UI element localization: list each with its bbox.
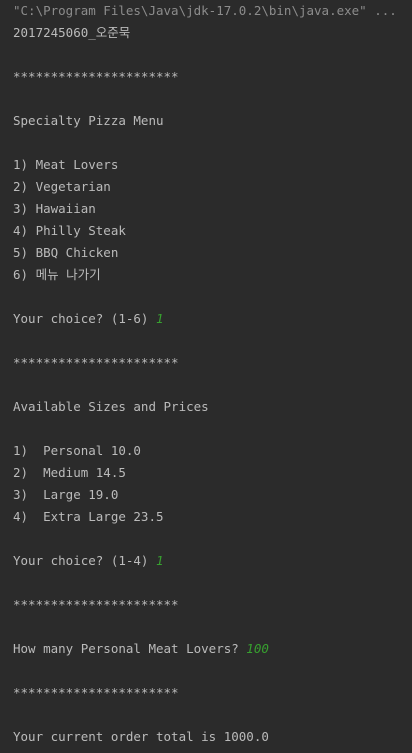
size-item: 1) Personal 10.0 <box>13 443 141 458</box>
menu-item: 1) Meat Lovers <box>13 157 119 172</box>
separator-line: ********************** <box>13 355 179 370</box>
console-output[interactable]: "C:\Program Files\Java\jdk-17.0.2\bin\ja… <box>0 0 412 753</box>
size-input: 1 <box>156 553 164 568</box>
quantity-prompt: How many Personal Meat Lovers? <box>13 641 247 656</box>
separator-line: ********************** <box>13 685 179 700</box>
menu-item: 3) Hawaiian <box>13 201 96 216</box>
quantity-prompt-line: How many Personal Meat Lovers? 100 <box>13 641 269 657</box>
size-prompt: Your choice? (1-4) <box>13 553 156 568</box>
sizes-title: Available Sizes and Prices <box>13 399 209 414</box>
menu-prompt-line: Your choice? (1-6) 1 <box>13 311 164 327</box>
size-item: 2) Medium 14.5 <box>13 465 126 480</box>
separator-line: ********************** <box>13 597 179 612</box>
size-item: 4) Extra Large 23.5 <box>13 509 164 524</box>
menu-item: 2) Vegetarian <box>13 179 111 194</box>
order-total-line: Your current order total is 1000.0 <box>13 729 269 744</box>
menu-item: 4) Philly Steak <box>13 223 126 238</box>
separator-line: ********************** <box>13 69 179 84</box>
menu-item: 6) 메뉴 나가기 <box>13 267 101 282</box>
size-item: 3) Large 19.0 <box>13 487 119 502</box>
menu-prompt: Your choice? (1-6) <box>13 311 156 326</box>
menu-input: 1 <box>156 311 164 326</box>
menu-title: Specialty Pizza Menu <box>13 113 164 128</box>
student-id-line: 2017245060_오준묵 <box>13 25 131 40</box>
quantity-input: 100 <box>246 641 269 656</box>
command-line: "C:\Program Files\Java\jdk-17.0.2\bin\ja… <box>13 3 397 18</box>
size-prompt-line: Your choice? (1-4) 1 <box>13 553 164 569</box>
menu-item: 5) BBQ Chicken <box>13 245 119 260</box>
